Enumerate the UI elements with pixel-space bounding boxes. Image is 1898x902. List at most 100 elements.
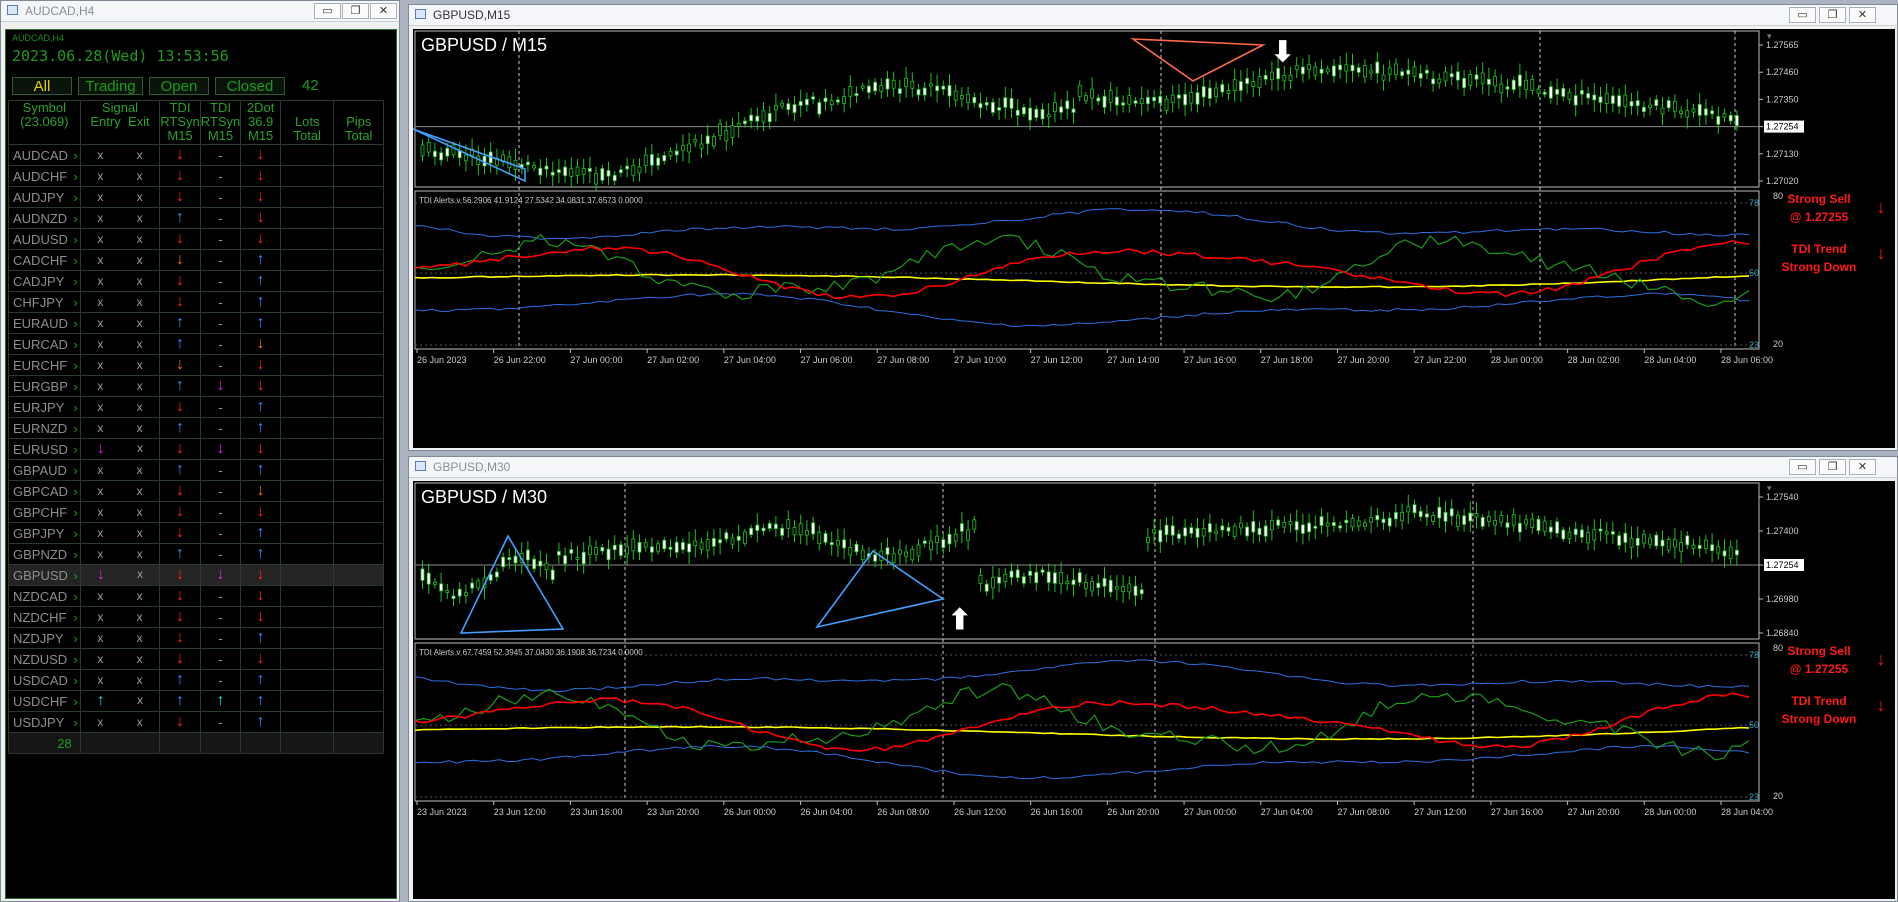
symbol-cell[interactable]: GBPNZD › xyxy=(8,543,81,565)
symbol-cell[interactable]: AUDNZD › xyxy=(8,207,81,229)
chart-m30-titlebar[interactable]: GBPUSD,M30 ▭ ❐ ✕ xyxy=(409,457,1897,478)
dashboard-titlebar[interactable]: AUDCAD,H4 ▭ ❐ ✕ xyxy=(1,1,399,22)
symbol-cell[interactable]: USDJPY › xyxy=(8,711,81,733)
chevron-right-icon[interactable]: › xyxy=(73,253,79,268)
chevron-right-icon[interactable]: › xyxy=(73,400,79,415)
tab-trading[interactable]: Trading xyxy=(78,77,143,95)
table-row[interactable]: USDCAD › x x ↑ - ↑ xyxy=(8,669,384,691)
table-row[interactable]: EURCAD › x x ↑ - ↓ xyxy=(8,333,384,355)
chevron-right-icon[interactable]: › xyxy=(73,715,79,730)
table-row[interactable]: EURJPY › x x ↓ - ↑ xyxy=(8,396,384,418)
chevron-right-icon[interactable]: › xyxy=(73,169,79,184)
close-button[interactable]: ✕ xyxy=(1849,459,1876,475)
table-row[interactable]: GBPAUD › x x ↑ - ↑ xyxy=(8,459,384,481)
chevron-right-icon[interactable]: › xyxy=(73,232,79,247)
symbol-cell[interactable]: AUDCHF › xyxy=(8,165,81,187)
symbol-cell[interactable]: AUDCAD › xyxy=(8,144,81,166)
symbol-cell[interactable]: EURAUD › xyxy=(8,312,81,334)
symbol-cell[interactable]: GBPCAD › xyxy=(8,480,81,502)
table-row[interactable]: GBPJPY › x x ↓ - ↑ xyxy=(8,522,384,544)
chevron-right-icon[interactable]: › xyxy=(73,295,79,310)
chevron-right-icon[interactable]: › xyxy=(73,547,79,562)
chart-m30-canvas[interactable]: GBPUSD / M30 1.27540 1.27400 1.27254 1.26980… xyxy=(413,481,1895,899)
symbol-cell[interactable]: EURNZD › xyxy=(8,417,81,439)
chevron-right-icon[interactable]: › xyxy=(73,358,79,373)
restore-button[interactable]: ❐ xyxy=(1819,7,1846,23)
restore-button[interactable]: ❐ xyxy=(1819,459,1846,475)
symbol-cell[interactable]: EURGBP › xyxy=(8,375,81,397)
chart-m15-titlebar[interactable]: GBPUSD,M15 ▭ ❐ ✕ xyxy=(409,5,1897,26)
chevron-right-icon[interactable]: › xyxy=(73,148,79,163)
symbol-cell[interactable]: CHFJPY › xyxy=(8,291,81,313)
chevron-right-icon[interactable]: › xyxy=(73,526,79,541)
table-row[interactable]: GBPUSD › ↓ x ↓ ↓ ↓ xyxy=(8,564,384,586)
chevron-right-icon[interactable]: › xyxy=(73,316,79,331)
symbol-cell[interactable]: AUDUSD › xyxy=(8,228,81,250)
chevron-right-icon[interactable]: › xyxy=(73,484,79,499)
table-row[interactable]: NZDCAD › x x ↓ - ↓ xyxy=(8,585,384,607)
symbol-cell[interactable]: NZDCHF › xyxy=(8,606,81,628)
chevron-right-icon[interactable]: › xyxy=(73,673,79,688)
symbol-cell[interactable]: CADCHF › xyxy=(8,249,81,271)
chevron-right-icon[interactable]: › xyxy=(73,442,79,457)
symbol-cell[interactable]: EURJPY › xyxy=(8,396,81,418)
table-row[interactable]: NZDCHF › x x ↓ - ↓ xyxy=(8,606,384,628)
tab-open[interactable]: Open xyxy=(149,77,209,95)
table-row[interactable]: AUDNZD › x x ↑ - ↓ xyxy=(8,207,384,229)
chevron-right-icon[interactable]: › xyxy=(73,589,79,604)
chevron-right-icon[interactable]: › xyxy=(73,211,79,226)
minimize-button[interactable]: ▭ xyxy=(314,3,341,19)
table-row[interactable]: USDJPY › x x ↓ - ↑ xyxy=(8,711,384,733)
table-row[interactable]: CADJPY › x x ↓ - ↑ xyxy=(8,270,384,292)
table-row[interactable]: EURCHF › x x ↓ - ↓ xyxy=(8,354,384,376)
symbol-cell[interactable]: GBPCHF › xyxy=(8,501,81,523)
table-row[interactable]: CADCHF › x x ↓ - ↑ xyxy=(8,249,384,271)
chevron-right-icon[interactable]: › xyxy=(73,694,79,709)
table-row[interactable]: GBPNZD › x x ↑ - ↑ xyxy=(8,543,384,565)
symbol-cell[interactable]: CADJPY › xyxy=(8,270,81,292)
symbol-cell[interactable]: GBPAUD › xyxy=(8,459,81,481)
tab-all[interactable]: All xyxy=(12,77,72,95)
close-button[interactable]: ✕ xyxy=(370,3,397,19)
symbol-cell[interactable]: AUDJPY › xyxy=(8,186,81,208)
table-row[interactable]: AUDUSD › x x ↓ - ↓ xyxy=(8,228,384,250)
symbol-cell[interactable]: NZDJPY › xyxy=(8,627,81,649)
table-row[interactable]: AUDCAD › x x ↓ - ↓ xyxy=(8,144,384,166)
chevron-right-icon[interactable]: › xyxy=(73,463,79,478)
chevron-right-icon[interactable]: › xyxy=(73,337,79,352)
table-row[interactable]: AUDCHF › x x ↓ - ↓ xyxy=(8,165,384,187)
chevron-right-icon[interactable]: › xyxy=(73,274,79,289)
table-row[interactable]: AUDJPY › x x ↓ - ↓ xyxy=(8,186,384,208)
tab-closed[interactable]: Closed xyxy=(215,77,285,95)
chevron-right-icon[interactable]: › xyxy=(73,190,79,205)
chevron-right-icon[interactable]: › xyxy=(73,610,79,625)
restore-button[interactable]: ❐ xyxy=(342,3,369,19)
symbol-cell[interactable]: GBPJPY › xyxy=(8,522,81,544)
close-button[interactable]: ✕ xyxy=(1849,7,1876,23)
symbol-cell[interactable]: USDCHF › xyxy=(8,690,81,712)
table-row[interactable]: NZDUSD › x x ↓ - ↓ xyxy=(8,648,384,670)
symbol-cell[interactable]: USDCAD › xyxy=(8,669,81,691)
table-row[interactable]: EURNZD › x x ↑ - ↑ xyxy=(8,417,384,439)
table-row[interactable]: GBPCAD › x x ↓ - ↓ xyxy=(8,480,384,502)
table-row[interactable]: EURGBP › x x ↑ ↓ ↓ xyxy=(8,375,384,397)
chevron-right-icon[interactable]: › xyxy=(73,652,79,667)
chevron-right-icon[interactable]: › xyxy=(73,421,79,436)
chevron-right-icon[interactable]: › xyxy=(73,568,79,583)
symbol-cell[interactable]: NZDCAD › xyxy=(8,585,81,607)
symbol-cell[interactable]: NZDUSD › xyxy=(8,648,81,670)
symbol-cell[interactable]: GBPUSD › xyxy=(8,564,81,586)
chevron-right-icon[interactable]: › xyxy=(73,379,79,394)
table-row[interactable]: GBPCHF › x x ↓ - ↓ xyxy=(8,501,384,523)
chart-m15-canvas[interactable]: GBPUSD / M15 1.27565 1.27460 1.27350 1.27254… xyxy=(413,29,1895,448)
symbol-cell[interactable]: EURCAD › xyxy=(8,333,81,355)
table-row[interactable]: EURAUD › x x ↑ - ↑ xyxy=(8,312,384,334)
symbol-cell[interactable]: EURCHF › xyxy=(8,354,81,376)
minimize-button[interactable]: ▭ xyxy=(1789,459,1816,475)
table-row[interactable]: EURUSD › ↓ x ↓ ↓ ↓ xyxy=(8,438,384,460)
symbol-cell[interactable]: EURUSD › xyxy=(8,438,81,460)
table-row[interactable]: CHFJPY › x x ↓ - ↑ xyxy=(8,291,384,313)
chevron-right-icon[interactable]: › xyxy=(73,505,79,520)
chevron-right-icon[interactable]: › xyxy=(73,631,79,646)
table-row[interactable]: USDCHF › ↑ x ↑ ↑ ↑ xyxy=(8,690,384,712)
